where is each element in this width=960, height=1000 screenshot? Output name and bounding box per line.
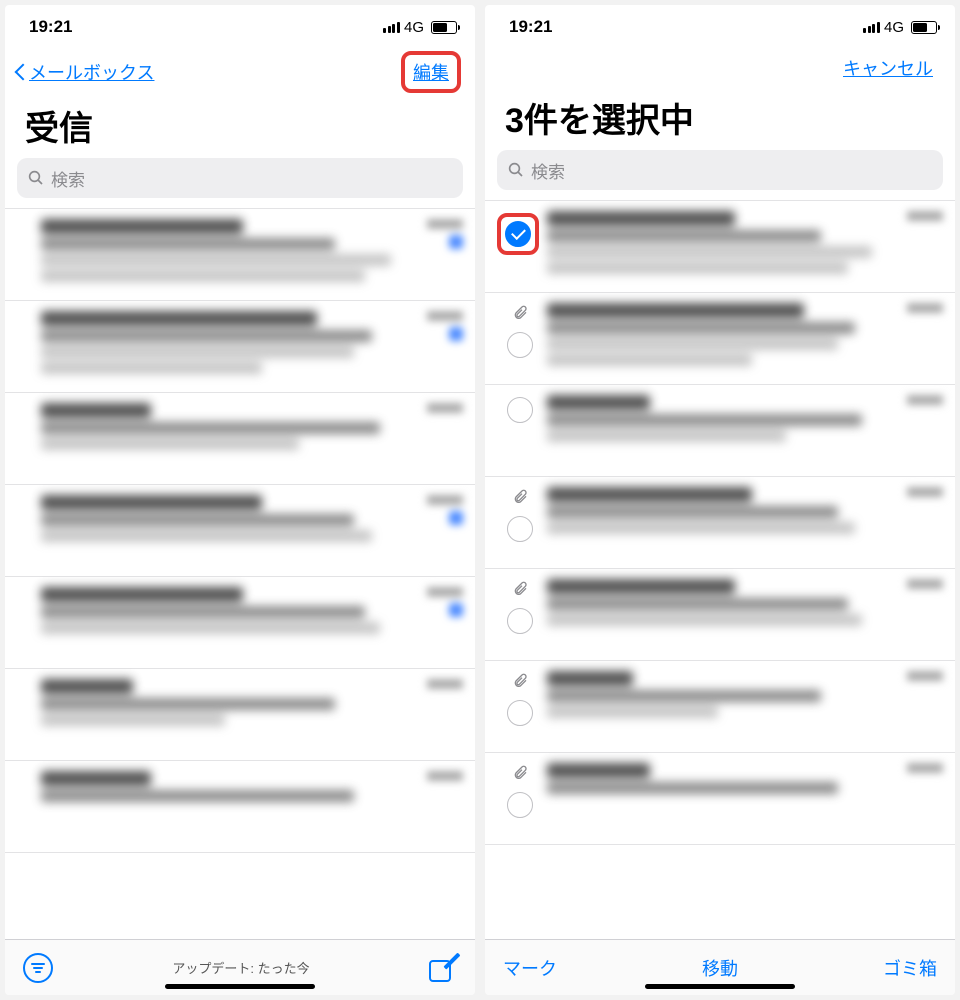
search-input[interactable]: 検索: [17, 158, 463, 198]
home-indicator[interactable]: [645, 984, 795, 989]
search-placeholder: 検索: [51, 166, 85, 191]
row-checkbox[interactable]: [507, 608, 533, 634]
status-time: 19:21: [509, 17, 552, 37]
back-label: メールボックス: [29, 59, 154, 85]
row-checkbox[interactable]: [505, 221, 531, 247]
mail-row[interactable]: [5, 577, 475, 669]
move-button[interactable]: 移動: [702, 955, 738, 981]
mail-row[interactable]: [485, 293, 955, 385]
network-label: 4G: [884, 19, 904, 36]
search-placeholder: 検索: [531, 158, 565, 183]
filter-icon: [31, 963, 45, 973]
search-wrap: 検索: [5, 158, 475, 208]
mail-row[interactable]: [5, 761, 475, 853]
row-checkbox[interactable]: [507, 397, 533, 423]
paperclip-icon: [512, 489, 528, 510]
mail-row[interactable]: [485, 753, 955, 845]
signal-icon: [863, 21, 880, 33]
paperclip-icon: [512, 305, 528, 326]
mail-row[interactable]: [485, 477, 955, 569]
nav-bar: メールボックス 編集: [5, 45, 475, 101]
battery-icon: [431, 21, 457, 34]
page-title: 3件を選択中: [485, 93, 955, 150]
mail-list[interactable]: [5, 208, 475, 939]
chevron-left-icon: [13, 61, 27, 83]
row-checkbox[interactable]: [507, 516, 533, 542]
mark-button[interactable]: マーク: [503, 955, 557, 981]
search-input[interactable]: 検索: [497, 150, 943, 190]
update-status: アップデート: たった今: [53, 958, 429, 977]
paperclip-icon: [512, 581, 528, 602]
compose-button[interactable]: [429, 954, 457, 982]
paperclip-icon: [512, 673, 528, 694]
back-button[interactable]: メールボックス: [13, 59, 154, 85]
mail-row[interactable]: [485, 385, 955, 477]
search-wrap: 検索: [485, 150, 955, 200]
network-label: 4G: [404, 19, 424, 36]
home-indicator[interactable]: [165, 984, 315, 989]
mail-row[interactable]: [485, 201, 955, 293]
nav-bar: キャンセル: [485, 45, 955, 93]
status-time: 19:21: [29, 17, 72, 37]
status-right: 4G: [383, 19, 457, 36]
status-right: 4G: [863, 19, 937, 36]
row-checkbox[interactable]: [507, 700, 533, 726]
row-checkbox[interactable]: [507, 792, 533, 818]
filter-button[interactable]: [23, 953, 53, 983]
battery-icon: [911, 21, 937, 34]
mail-row[interactable]: [5, 393, 475, 485]
paperclip-icon: [512, 765, 528, 786]
status-bar: 19:21 4G: [5, 5, 475, 45]
page-title: 受信: [5, 101, 475, 158]
highlight-box: [497, 213, 539, 255]
mail-list-edit[interactable]: [485, 200, 955, 939]
row-checkbox[interactable]: [507, 332, 533, 358]
search-icon: [27, 169, 45, 187]
phone-right: 19:21 4G キャンセル 3件を選択中 検索: [485, 5, 955, 995]
mail-row[interactable]: [5, 209, 475, 301]
cancel-button[interactable]: キャンセル: [835, 51, 941, 85]
trash-button[interactable]: ゴミ箱: [883, 955, 937, 981]
edit-button[interactable]: 編集: [401, 51, 461, 93]
status-bar: 19:21 4G: [485, 5, 955, 45]
search-icon: [507, 161, 525, 179]
mail-row[interactable]: [5, 669, 475, 761]
signal-icon: [383, 21, 400, 33]
mail-row[interactable]: [485, 569, 955, 661]
mail-row[interactable]: [5, 301, 475, 393]
mail-row[interactable]: [5, 485, 475, 577]
mail-row[interactable]: [485, 661, 955, 753]
phone-left: 19:21 4G メールボックス 編集 受信 検索: [5, 5, 475, 995]
